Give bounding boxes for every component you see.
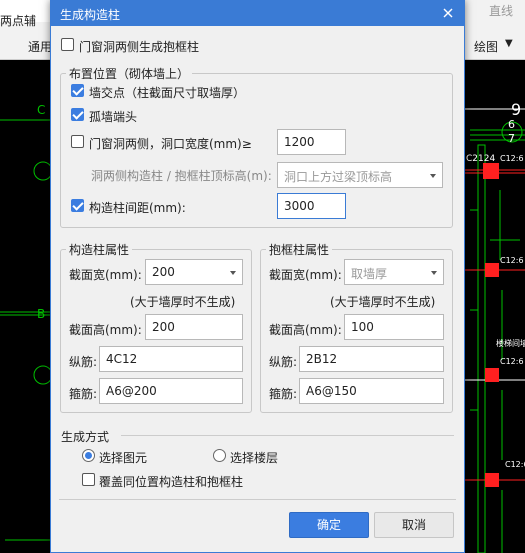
wall-intersection-checkbox[interactable] (71, 84, 84, 97)
fc-height-label: 截面高(mm): (269, 323, 342, 337)
door-window-width-label[interactable]: 门窗洞两侧，洞口宽度(mm)≥ (89, 135, 252, 152)
dialog-title: 生成构造柱 (60, 8, 121, 22)
menu-general[interactable]: 通用 (28, 38, 52, 55)
isolated-wall-end-label[interactable]: 孤墙端头 (89, 108, 137, 125)
isolated-wall-end-checkbox[interactable] (71, 108, 84, 121)
fc-stirrup-input[interactable]: A6@150 (299, 378, 444, 404)
cad-label-c12-6-a: C12:6 (500, 154, 524, 163)
chevron-down-icon (230, 271, 236, 275)
cc-longitudinal-label: 纵筋: (69, 355, 98, 369)
overwrite-label[interactable]: 覆盖同位置构造柱和抱框柱 (99, 473, 243, 490)
select-floors-radio[interactable] (213, 449, 226, 462)
footer-divider (59, 499, 456, 500)
fc-width-select[interactable]: 取墙厚 (344, 259, 444, 285)
close-icon[interactable] (438, 3, 458, 23)
menu-draw[interactable]: 绘图 (474, 38, 498, 55)
cc-width-select[interactable]: 200 (145, 259, 243, 285)
cad-label-9: 9 (511, 100, 522, 119)
app-title-fragment: 两点辅 (0, 14, 37, 28)
door-window-frame-column-checkbox[interactable] (61, 38, 74, 51)
cad-label-c12-6-d: C12:6 (505, 460, 525, 469)
fc-height-input[interactable]: 100 (344, 314, 444, 340)
line-tool-label[interactable]: 直线 (489, 2, 513, 19)
fc-longitudinal-input[interactable]: 2B12 (299, 346, 444, 372)
cc-note: (大于墙厚时不生成) (130, 295, 236, 309)
cc-width-select-value: 200 (152, 265, 175, 279)
cad-label-c12-6-b: C12:6 (500, 256, 524, 265)
cc-longitudinal-input[interactable]: 4C12 (99, 346, 243, 372)
select-elements-radio[interactable] (82, 449, 95, 462)
door-window-width-checkbox[interactable] (71, 135, 84, 148)
top-elevation-label: 洞两侧构造柱 / 抱框柱顶标高(m): (91, 169, 272, 183)
cc-stirrup-label: 箍筋: (69, 387, 98, 401)
column-spacing-input[interactable]: 3000 (277, 193, 346, 219)
select-elements-label[interactable]: 选择图元 (99, 449, 147, 466)
cancel-button[interactable]: 取消 (374, 512, 454, 538)
column-spacing-checkbox[interactable] (71, 199, 84, 212)
fc-width-select-value: 取墙厚 (351, 267, 388, 281)
generation-mode-divider (121, 435, 454, 436)
fc-width-label: 截面宽(mm): (269, 268, 342, 282)
frame-column-group-title: 抱框柱属性 (266, 241, 333, 258)
cad-stair-text: 楼梯间墙 (496, 339, 525, 348)
chevron-down-icon (431, 271, 437, 275)
overwrite-checkbox[interactable] (82, 473, 95, 486)
cc-height-input[interactable]: 200 (145, 314, 243, 340)
top-elevation-select-value: 洞口上方过梁顶标高 (284, 170, 393, 184)
door-window-frame-column-label[interactable]: 门窗洞两侧生成抱框柱 (79, 38, 199, 55)
door-window-width-input[interactable]: 1200 (277, 129, 346, 155)
cad-label-c2124: C2124 (466, 154, 496, 164)
select-floors-label[interactable]: 选择楼层 (230, 449, 278, 466)
axis-c-label: C (37, 103, 46, 117)
cc-width-label: 截面宽(mm): (69, 268, 142, 282)
cc-height-label: 截面高(mm): (69, 323, 142, 337)
chevron-down-icon (430, 174, 436, 178)
dialog-titlebar[interactable]: 生成构造柱 (51, 1, 464, 26)
cad-label-7: 7 (508, 132, 515, 145)
menu-draw-chevron-icon[interactable]: ▼ (505, 38, 513, 49)
generation-mode-title: 生成方式 (61, 430, 110, 444)
fc-note: (大于墙厚时不生成) (330, 295, 436, 309)
column-spacing-label[interactable]: 构造柱间距(mm): (89, 199, 186, 216)
cad-label-6: 6 (508, 118, 515, 131)
cad-label-c12-6-c: C12:6 (500, 357, 524, 366)
cc-stirrup-input[interactable]: A6@200 (99, 378, 243, 404)
constructional-column-group-title: 构造柱属性 (66, 241, 133, 258)
axis-b-label: B (37, 307, 46, 321)
fc-longitudinal-label: 纵筋: (269, 355, 298, 369)
top-elevation-select[interactable]: 洞口上方过梁顶标高 (277, 162, 443, 188)
layout-position-group-title: 布置位置（砌体墙上） (66, 65, 193, 82)
ok-button[interactable]: 确定 (289, 512, 369, 538)
generate-column-dialog: 生成构造柱 门窗洞两侧生成抱框柱 布置位置（砌体墙上） 墙交点（柱截面尺寸取墙厚… (50, 0, 465, 553)
wall-intersection-label[interactable]: 墙交点（柱截面尺寸取墙厚） (89, 84, 245, 101)
fc-stirrup-label: 箍筋: (269, 387, 298, 401)
